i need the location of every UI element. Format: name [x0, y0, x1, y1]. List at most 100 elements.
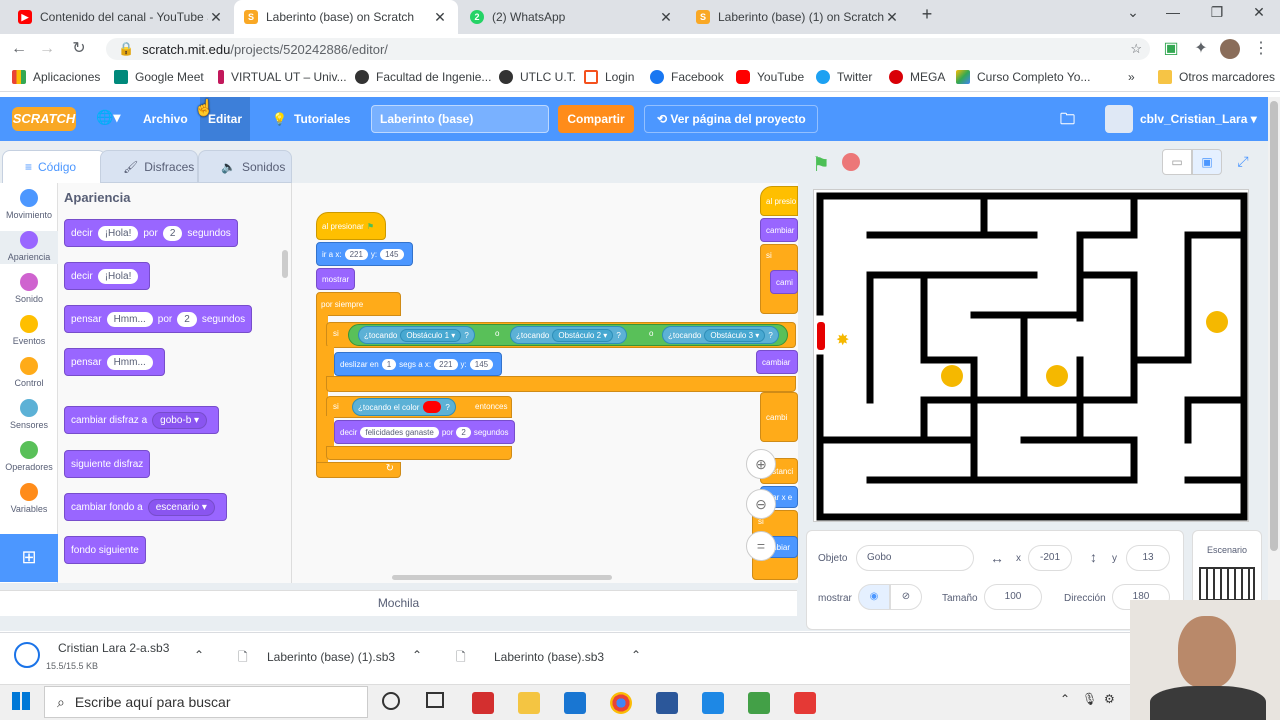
block-pensar-por-segundos[interactable]: pensar Hmm... por 2 segundos	[64, 305, 253, 333]
touching-obstaculo-3[interactable]: ¿tocando Obstáculo 3 ▾?	[662, 326, 779, 344]
sprite-name-input[interactable]: Gobo	[856, 545, 974, 571]
script2-hat[interactable]: al presio	[760, 186, 798, 216]
account-menu[interactable]: cblv_Cristian_Lara ▾	[1140, 112, 1257, 126]
download-1-name[interactable]: Cristian Lara 2-a.sb3	[58, 641, 169, 655]
forward-icon[interactable]: →	[36, 38, 58, 60]
large-stage-icon[interactable]: ▣	[1192, 149, 1222, 175]
color-swatch[interactable]	[423, 401, 442, 413]
block-input[interactable]: 2	[456, 426, 471, 438]
close-tab-icon[interactable]: ✕	[208, 9, 224, 26]
task-view-icon[interactable]	[426, 692, 444, 708]
add-extension-button[interactable]: ⊞	[0, 534, 58, 582]
script2-cambiar-b[interactable]: cambiar	[756, 350, 798, 374]
block-siguiente-disfraz[interactable]: siguiente disfraz	[64, 450, 151, 478]
chevron-up-icon[interactable]: ⌃	[631, 648, 641, 662]
camtasia-icon[interactable]	[748, 692, 770, 714]
star-icon[interactable]: ☆	[1130, 41, 1142, 57]
extensions-puzzle-icon[interactable]: ✦	[1190, 38, 1212, 60]
touching-obstaculo-2[interactable]: ¿tocando Obstáculo 2 ▾?	[510, 326, 627, 344]
category-sensores[interactable]: Sensores	[0, 399, 58, 430]
tab-disfraces[interactable]: 🖌 Disfraces	[100, 150, 198, 183]
category-operadores[interactable]: Operadores	[0, 441, 58, 472]
small-stage-icon[interactable]: ▭	[1162, 149, 1192, 175]
user-avatar[interactable]	[1105, 105, 1133, 133]
script2-cami[interactable]: cami	[770, 270, 798, 294]
bookmark-youtube[interactable]: YouTube	[736, 70, 804, 84]
script-mostrar[interactable]: mostrar	[316, 268, 356, 290]
green-flag-icon[interactable]: ⚑	[812, 152, 830, 177]
block-input[interactable]: ¡Hola!	[97, 225, 139, 241]
category-apariencia[interactable]: Apariencia	[0, 231, 58, 264]
zoom-reset-icon[interactable]: =	[746, 531, 776, 561]
category-variables[interactable]: Variables	[0, 483, 58, 514]
scratch-logo[interactable]: SCRATCH	[12, 107, 76, 131]
bookmark-login[interactable]: Login	[584, 70, 634, 84]
word-icon[interactable]	[656, 692, 678, 714]
block-input[interactable]: 2	[162, 225, 183, 241]
fullscreen-icon[interactable]: ⤢	[1228, 149, 1258, 175]
bookmark-google-meet[interactable]: Google Meet	[114, 70, 204, 84]
tab-laberinto-1[interactable]: S Laberinto (base) (1) on Scratch ✕	[686, 0, 910, 34]
acrobat-icon[interactable]	[472, 692, 494, 714]
profile-avatar[interactable]	[1220, 39, 1240, 59]
tab-sonidos[interactable]: 🔈 Sonidos	[198, 150, 292, 183]
language-globe-icon[interactable]: 🌐▾	[96, 109, 120, 126]
see-project-page-button[interactable]: ⟲ Ver página del proyecto	[644, 105, 818, 133]
bookmark-mega[interactable]: MEGA	[889, 70, 945, 84]
category-eventos[interactable]: Eventos	[0, 315, 58, 346]
bookmark-facultad[interactable]: Facultad de Ingenie...	[355, 70, 491, 84]
chrome-icon[interactable]	[610, 692, 632, 714]
script-scrollbar[interactable]	[392, 575, 612, 580]
block-input[interactable]: 221	[434, 358, 458, 370]
block-decir[interactable]: decir ¡Hola!	[64, 262, 151, 290]
tray-chevron-icon[interactable]: ⌃	[1060, 692, 1070, 706]
cortana-icon[interactable]	[382, 692, 400, 710]
close-tab-icon[interactable]: ✕	[658, 9, 674, 26]
script-forever-top[interactable]: por siempre	[316, 292, 401, 316]
category-sonido[interactable]: Sonido	[0, 273, 58, 304]
category-control[interactable]: Control	[0, 357, 58, 388]
x-input[interactable]: -201	[1028, 545, 1072, 571]
chevron-up-icon[interactable]: ⌃	[412, 648, 422, 662]
hide-eye-icon[interactable]: ⊘	[890, 584, 922, 610]
y-input[interactable]: 13	[1126, 545, 1170, 571]
tab-codigo[interactable]: ≡ Código	[2, 150, 106, 183]
block-decir-por-segundos[interactable]: decir ¡Hola! por 2 segundos	[64, 219, 238, 247]
block-input[interactable]: ¡Hola!	[97, 268, 139, 284]
bookmark-curso[interactable]: Curso Completo Yo...	[956, 70, 1090, 84]
mail-icon[interactable]	[564, 692, 586, 714]
script-hat-green-flag[interactable]: al presionar ⚑	[316, 212, 386, 240]
block-input[interactable]: 1	[381, 358, 397, 370]
close-tab-icon[interactable]: ✕	[884, 9, 900, 26]
menu-archivo[interactable]: Archivo	[143, 112, 188, 126]
zoom-out-icon[interactable]: ⊖	[746, 489, 776, 519]
costume-dropdown[interactable]: gobo-b ▾	[152, 411, 208, 429]
script-goto-xy[interactable]: ir a x: 221 y: 145	[316, 242, 413, 266]
file-explorer-icon[interactable]	[518, 692, 540, 714]
share-button[interactable]: Compartir	[558, 105, 634, 133]
tab-search-icon[interactable]: ⌄	[1118, 4, 1148, 21]
script-decir[interactable]: decir felicidades ganaste por 2 segundos	[334, 420, 515, 444]
tab-laberinto[interactable]: S Laberinto (base) on Scratch ✕	[234, 0, 458, 34]
block-input[interactable]: 145	[380, 248, 404, 260]
extension-icon[interactable]: ▣	[1160, 38, 1182, 60]
stage[interactable]: ✸	[813, 189, 1249, 522]
block-cambiar-disfraz[interactable]: cambiar disfraz a gobo-b ▾	[64, 406, 220, 434]
reload-icon[interactable]: ↻	[68, 38, 90, 60]
block-input[interactable]: 221	[344, 248, 368, 260]
menu-tutoriales[interactable]: Tutoriales	[294, 112, 350, 126]
chrome-menu-icon[interactable]: ⋮	[1250, 38, 1272, 60]
network-icon[interactable]: ⚙	[1104, 692, 1115, 706]
microphone-icon[interactable]: 🎙	[1082, 692, 1097, 706]
block-input[interactable]: Hmm...	[106, 311, 153, 327]
block-input[interactable]: felicidades ganaste	[360, 426, 439, 438]
bookmark-utlc[interactable]: UTLC U.T.	[499, 70, 576, 84]
bookmark-aplicaciones[interactable]: Aplicaciones	[12, 70, 100, 84]
more-bookmarks-icon[interactable]: »	[1128, 70, 1135, 84]
tab-youtube[interactable]: ▶ Contenido del canal - YouTube S ✕	[8, 0, 234, 34]
backpack[interactable]: Mochila	[0, 590, 797, 616]
taskbar-search[interactable]: ⌕ Escribe aquí para buscar	[44, 686, 368, 718]
script2-cambiar[interactable]: cambiar	[760, 218, 798, 242]
page-scroll-thumb[interactable]	[1270, 101, 1278, 551]
tab-whatsapp[interactable]: 2 (2) WhatsApp ✕	[460, 0, 684, 34]
